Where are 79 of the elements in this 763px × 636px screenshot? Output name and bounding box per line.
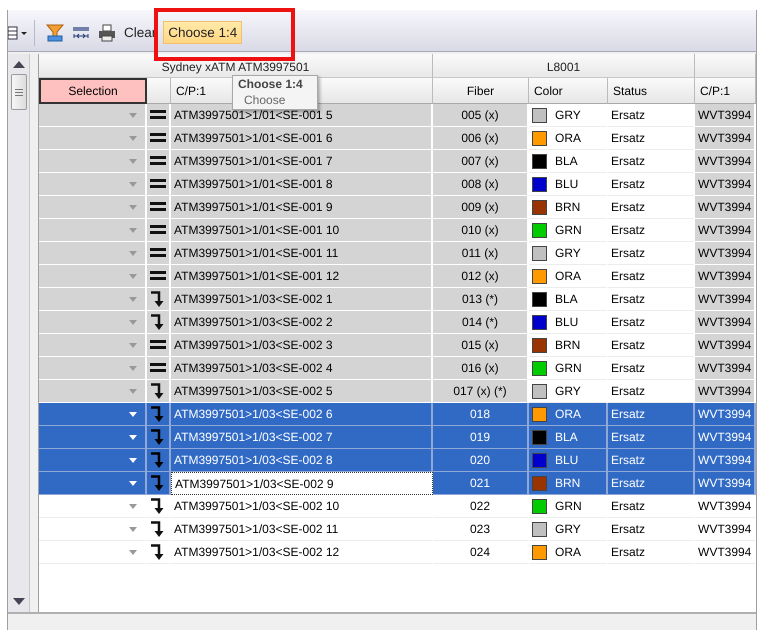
color-code: BLU [555, 177, 578, 191]
table-cell: ATM3997501>1/03<SE-002 7 [171, 426, 433, 449]
table-cell: 017 (x) (*) [433, 380, 529, 403]
color-code: BRN [555, 476, 580, 490]
table-cell: 014 (*) [433, 311, 529, 334]
table-cell: ATM3997501>1/03<SE-002 5 [171, 380, 433, 403]
table-cell: ATM3997501>1/03<SE-002 6 [171, 403, 433, 426]
table-cell: WVT3994 [695, 403, 756, 426]
table-cell: 013 (*) [433, 288, 529, 311]
table-cell: 006 (x) [433, 127, 529, 150]
table-cell: ATM3997501>1/03<SE-002 9 [171, 472, 433, 495]
table-cell: ATM3997501>1/01<SE-001 11 [171, 242, 433, 265]
table-cell: ATM3997501>1/01<SE-001 9 [171, 196, 433, 219]
table-cell: WVT3994 [695, 311, 756, 334]
group-header: Sydney xATM ATM3997501 [39, 54, 433, 78]
tooltip-text: Choose [244, 93, 286, 107]
table-cell: 011 (x) [433, 242, 529, 265]
table-cell: WVT3994 [695, 196, 756, 219]
table-cell: 016 (x) [433, 357, 529, 380]
color-code: BLA [555, 430, 578, 444]
table-cell: WVT3994 [695, 288, 756, 311]
table-cell: WVT3994 [695, 357, 756, 380]
table-cell: 009 (x) [433, 196, 529, 219]
color-code: GRY [555, 522, 581, 536]
table-cell: 005 (x) [433, 104, 529, 127]
table-cell: 018 [433, 403, 529, 426]
group-header: L8001 [433, 54, 695, 78]
table-cell: WVT3994 [695, 334, 756, 357]
color-code: GRN [555, 361, 582, 375]
table-cell: 019 [433, 426, 529, 449]
color-code: GRY [555, 108, 581, 122]
table-cell: WVT3994 [695, 127, 756, 150]
color-code: ORA [555, 407, 582, 421]
table-cell: WVT3994 [695, 380, 756, 403]
table-cell: WVT3994 [695, 219, 756, 242]
table-cell: WVT3994 [695, 242, 756, 265]
table-cell: ATM3997501>1/03<SE-002 2 [171, 311, 433, 334]
table-cell: ATM3997501>1/03<SE-002 3 [171, 334, 433, 357]
color-code: BLA [555, 154, 578, 168]
table-cell: ATM3997501>1/03<SE-002 4 [171, 357, 433, 380]
color-code: ORA [555, 131, 582, 145]
table-cell: Ersatz [608, 426, 695, 449]
table-cell: WVT3994 [695, 265, 756, 288]
table-cell: 012 (x) [433, 265, 529, 288]
table-cell: WVT3994 [695, 173, 756, 196]
table-cell: ATM3997501>1/01<SE-001 7 [171, 150, 433, 173]
table-cell: WVT3994 [695, 472, 756, 495]
table-cell: WVT3994 [695, 449, 756, 472]
color-code: GRY [555, 384, 581, 398]
table-cell: 015 (x) [433, 334, 529, 357]
table-cell: ATM3997501>1/01<SE-001 8 [171, 173, 433, 196]
table-cell: ATM3997501>1/01<SE-001 12 [171, 265, 433, 288]
table-cell: Ersatz [608, 449, 695, 472]
table-cell: ATM3997501>1/01<SE-001 6 [171, 127, 433, 150]
table-cell: ATM3997501>1/01<SE-001 10 [171, 219, 433, 242]
table-cell: 008 (x) [433, 173, 529, 196]
table-cell: 007 (x) [433, 150, 529, 173]
color-code: BLU [555, 315, 578, 329]
table-cell: Ersatz [608, 472, 695, 495]
color-code: BRN [555, 338, 580, 352]
table-cell: 010 (x) [433, 219, 529, 242]
color-code: GRY [555, 246, 581, 260]
color-code: ORA [555, 269, 582, 283]
table-cell: ATM3997501>1/01<SE-001 5 [171, 104, 433, 127]
table-cell: WVT3994 [695, 104, 756, 127]
table-cell: 021 [433, 472, 529, 495]
color-code: BLU [555, 453, 578, 467]
color-code: BRN [555, 200, 580, 214]
table-cell: 020 [433, 449, 529, 472]
tooltip-title: Choose 1:4 [238, 77, 304, 91]
table-cell: WVT3994 [695, 426, 756, 449]
table-cell: ATM3997501>1/03<SE-002 8 [171, 449, 433, 472]
color-code: BLA [555, 292, 578, 306]
color-code: GRN [555, 499, 582, 513]
color-code: ORA [555, 545, 582, 559]
table-cell: WVT3994 [695, 150, 756, 173]
table-cell: Ersatz [608, 403, 695, 426]
color-code: GRN [555, 223, 582, 237]
table-cell: ATM3997501>1/03<SE-002 1 [171, 288, 433, 311]
